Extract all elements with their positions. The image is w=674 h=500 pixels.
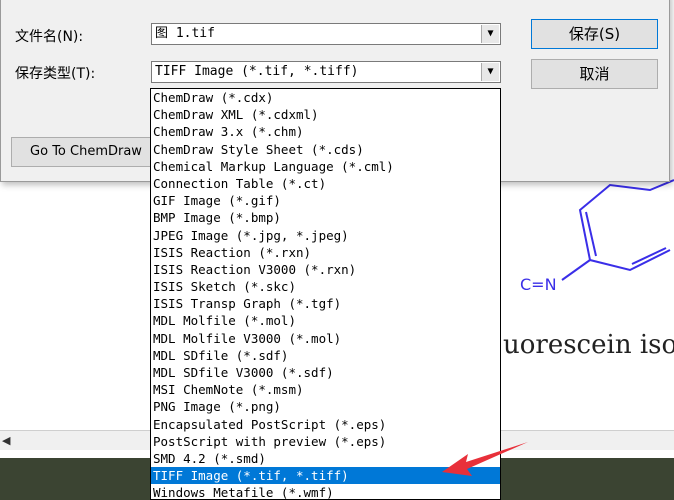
scroll-left-icon[interactable]: ◀ (2, 434, 14, 448)
filetype-select[interactable]: TIFF Image (*.tif, *.tiff) ▼ (151, 61, 501, 83)
filetype-option[interactable]: Chemical Markup Language (*.cml) (151, 158, 500, 175)
filetype-option[interactable]: ISIS Sketch (*.skc) (151, 278, 500, 295)
filetype-option[interactable]: JPEG Image (*.jpg, *.jpeg) (151, 227, 500, 244)
filetype-option[interactable]: BMP Image (*.bmp) (151, 209, 500, 226)
save-button[interactable]: 保存(S) (531, 19, 658, 49)
filetype-option[interactable]: MSI ChemNote (*.msm) (151, 381, 500, 398)
filetype-option[interactable]: MDL SDfile V3000 (*.sdf) (151, 364, 500, 381)
filename-input[interactable]: 图 1.tif (155, 26, 215, 41)
filetype-option[interactable]: ChemDraw (*.cdx) (151, 89, 500, 106)
filetype-option[interactable]: MDL Molfile V3000 (*.mol) (151, 330, 500, 347)
filetype-option[interactable]: PNG Image (*.png) (151, 398, 500, 415)
filetype-option[interactable]: GIF Image (*.gif) (151, 192, 500, 209)
chevron-down-icon[interactable]: ▼ (481, 63, 499, 81)
filetype-option[interactable]: ISIS Reaction V3000 (*.rxn) (151, 261, 500, 278)
filetype-option[interactable]: ISIS Reaction (*.rxn) (151, 244, 500, 261)
goto-chemdraw-button[interactable]: Go To ChemDraw (11, 137, 161, 167)
annotation-arrow-icon (442, 442, 528, 476)
filetype-option[interactable]: MDL Molfile (*.mol) (151, 312, 500, 329)
document-text: uorescein isot (503, 330, 674, 360)
cancel-button[interactable]: 取消 (531, 59, 658, 89)
filetype-option[interactable]: ChemDraw XML (*.cdxml) (151, 106, 500, 123)
filename-combo[interactable]: 图 1.tif ▼ (151, 23, 501, 45)
filetype-option[interactable]: Windows Metafile (*.wmf) (151, 484, 500, 499)
filetype-option[interactable]: MDL SDfile (*.sdf) (151, 347, 500, 364)
filename-label: 文件名(N): (15, 29, 84, 45)
filetype-option[interactable]: ChemDraw Style Sheet (*.cds) (151, 141, 500, 158)
chevron-down-icon[interactable]: ▼ (481, 25, 499, 43)
filetype-option[interactable]: ChemDraw 3.x (*.chm) (151, 123, 500, 140)
filetype-label: 保存类型(T): (15, 66, 96, 82)
filetype-selected-value: TIFF Image (*.tif, *.tiff) (155, 64, 359, 79)
filetype-option[interactable]: Connection Table (*.ct) (151, 175, 500, 192)
filetype-option[interactable]: Encapsulated PostScript (*.eps) (151, 416, 500, 433)
molecule-label: C=N (520, 275, 557, 294)
filetype-option[interactable]: ISIS Transp Graph (*.tgf) (151, 295, 500, 312)
